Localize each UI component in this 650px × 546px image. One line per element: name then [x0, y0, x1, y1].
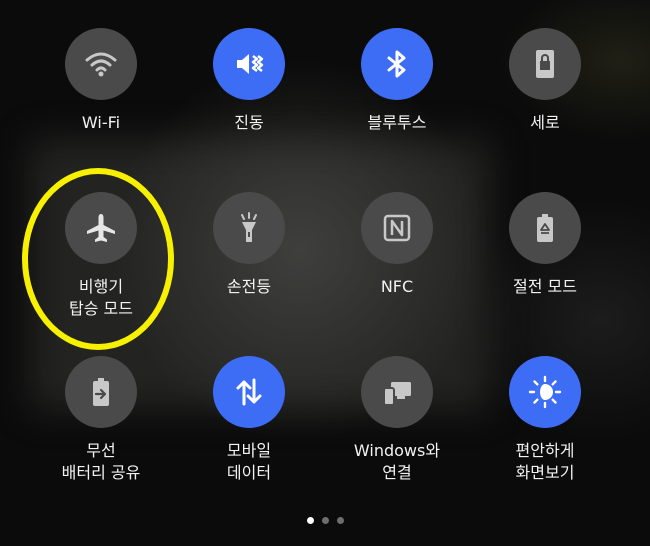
- tile-label: Wi-Fi: [81, 113, 121, 132]
- tile-power-saving[interactable]: 절전 모드: [470, 192, 620, 342]
- portrait-lock-icon: [509, 28, 581, 100]
- tile-eye-comfort[interactable]: 편안하게 화면보기: [470, 356, 620, 506]
- tile-label: 세로: [530, 113, 560, 132]
- tile-bluetooth[interactable]: 블루투스: [322, 28, 472, 178]
- tile-label: 무선 배터리 공유: [61, 441, 141, 482]
- page-dot[interactable]: [321, 517, 329, 524]
- tile-label: 블루투스: [367, 113, 427, 132]
- link-to-windows-icon: [361, 356, 433, 428]
- eye-comfort-icon: [509, 356, 581, 428]
- tile-label: 절전 모드: [513, 277, 577, 296]
- flashlight-icon: [213, 192, 285, 264]
- wireless-battery-share-icon: [65, 356, 137, 428]
- tile-wifi[interactable]: Wi-Fi: [26, 28, 176, 178]
- tile-label: Windows와 연결: [353, 441, 441, 482]
- page-dot[interactable]: [336, 517, 344, 524]
- page-indicator[interactable]: [0, 517, 650, 524]
- power-saving-icon: [509, 192, 581, 264]
- tile-label: 손전등: [226, 277, 272, 296]
- tile-flashlight[interactable]: 손전등: [174, 192, 324, 342]
- tile-wireless-battery-share[interactable]: 무선 배터리 공유: [26, 356, 176, 506]
- tile-label: 모바일 데이터: [226, 441, 272, 482]
- tile-label: 진동: [234, 113, 264, 132]
- tile-label: 편안하게 화면보기: [515, 441, 575, 482]
- tile-mobile-data[interactable]: 모바일 데이터: [174, 356, 324, 506]
- tile-link-to-windows[interactable]: Windows와 연결: [322, 356, 472, 506]
- bluetooth-icon: [361, 28, 433, 100]
- nfc-icon: [361, 192, 433, 264]
- mobile-data-icon: [213, 356, 285, 428]
- tile-vibrate[interactable]: 진동: [174, 28, 324, 178]
- page-dot[interactable]: [306, 517, 314, 524]
- vibrate-icon: [213, 28, 285, 100]
- tile-label: NFC: [380, 277, 414, 296]
- tile-nfc[interactable]: NFC: [322, 192, 472, 342]
- highlight-circle-annotation: [22, 168, 174, 350]
- tile-portrait[interactable]: 세로: [470, 28, 620, 178]
- wifi-icon: [65, 28, 137, 100]
